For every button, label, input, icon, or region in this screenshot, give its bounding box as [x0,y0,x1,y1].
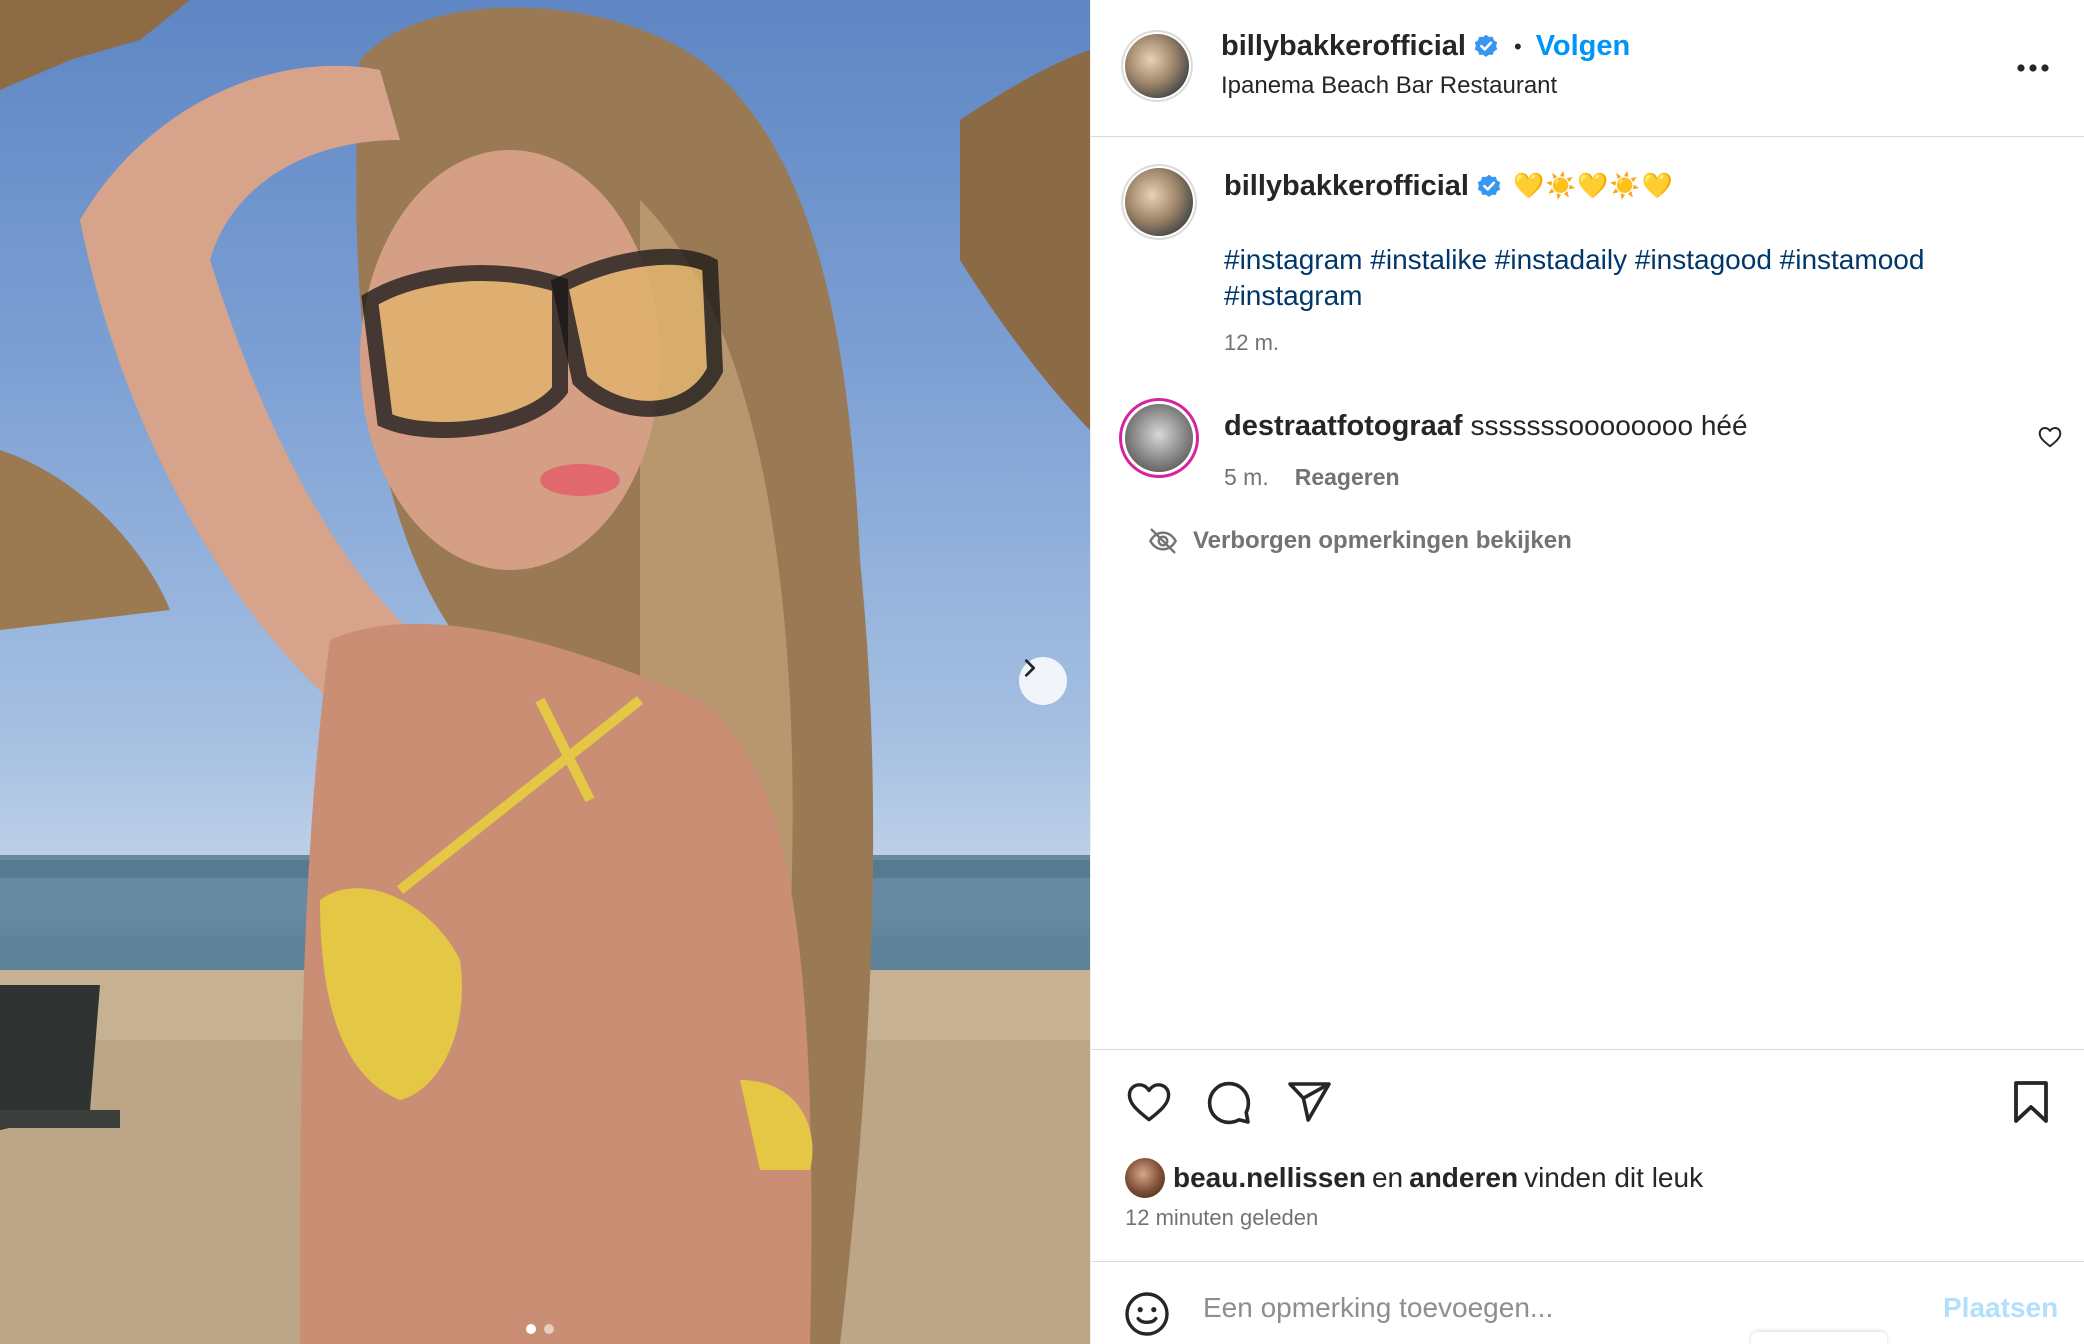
follow-button[interactable]: Volgen [1536,30,1631,63]
view-hidden-comments-button[interactable]: Verborgen opmerkingen bekijken [1147,525,1572,557]
more-options-icon [2017,64,2049,72]
header-separator: • [1514,33,1522,59]
emoji-icon [1125,1292,1169,1336]
liker-username[interactable]: beau.nellissen [1173,1162,1366,1194]
post-timestamp[interactable]: 12 minuten geleden [1125,1205,1318,1231]
post-media[interactable] [0,0,1090,1344]
carousel-next-button[interactable] [1019,657,1067,705]
comment-text: sssssssoooooooo héé [1470,410,1748,441]
post-header: billybakkerofficial • Volgen Ipanema Bea… [1091,0,2084,137]
chevron-right-icon [1024,659,1036,677]
post-details-panel: billybakkerofficial • Volgen Ipanema Bea… [1090,0,2084,1344]
hidden-eye-icon [1148,528,1178,554]
commenter-avatar[interactable] [1125,404,1193,472]
carousel-dot [544,1324,554,1334]
likes-others-link[interactable]: anderen [1409,1162,1518,1194]
carousel-indicator [526,1324,554,1334]
comment-icon [1207,1081,1251,1125]
post-photo [0,0,1090,1344]
share-icon [1288,1082,1331,1122]
popup-edge [1751,1332,1887,1344]
caption-username[interactable]: billybakkerofficial [1224,170,1469,203]
post-comment-button[interactable]: Plaatsen [1943,1292,2058,1324]
likes-summary: beau.nellissen en anderen vinden dit leu… [1125,1158,1709,1198]
comment-input[interactable] [1203,1284,1903,1332]
like-button[interactable] [1123,1076,1175,1128]
carousel-dot-active [526,1324,536,1334]
commenter-username[interactable]: destraatfotograaf [1224,410,1463,442]
share-button[interactable] [1283,1076,1335,1128]
author-avatar[interactable] [1125,34,1189,98]
reply-button[interactable]: Reageren [1295,464,1400,491]
comment-like-button[interactable] [2037,424,2063,455]
verified-badge-icon [1477,174,1501,197]
post-location[interactable]: Ipanema Beach Bar Restaurant [1221,72,1557,100]
author-username[interactable]: billybakkerofficial [1221,30,1466,63]
post-actions: beau.nellissen en anderen vinden dit leu… [1091,1049,2084,1261]
comment-timestamp[interactable]: 5 m. [1224,464,1269,491]
likes-connector: en [1371,1162,1404,1193]
bookmark-icon [2014,1081,2048,1123]
caption-timestamp[interactable]: 12 m. [1224,330,1279,356]
comment-button[interactable] [1203,1076,1255,1128]
caption-avatar[interactable] [1125,168,1193,236]
hidden-comments-label: Verborgen opmerkingen bekijken [1193,527,1572,554]
save-button[interactable] [2005,1076,2057,1128]
comment-composer: Plaatsen [1091,1261,2084,1344]
liker-avatar[interactable] [1125,1158,1165,1198]
verified-badge-icon [1474,34,1498,57]
emoji-picker-button[interactable] [1123,1290,1171,1343]
caption-hashtags[interactable]: #instagram #instalike #instadaily #insta… [1224,242,2004,314]
more-options-button[interactable] [2009,48,2057,88]
heart-icon [2038,427,2062,448]
caption-emoji: 💛☀️💛☀️💛 [1513,172,1674,200]
likes-suffix: vinden dit leuk [1524,1162,1704,1193]
heart-icon [1127,1083,1171,1122]
